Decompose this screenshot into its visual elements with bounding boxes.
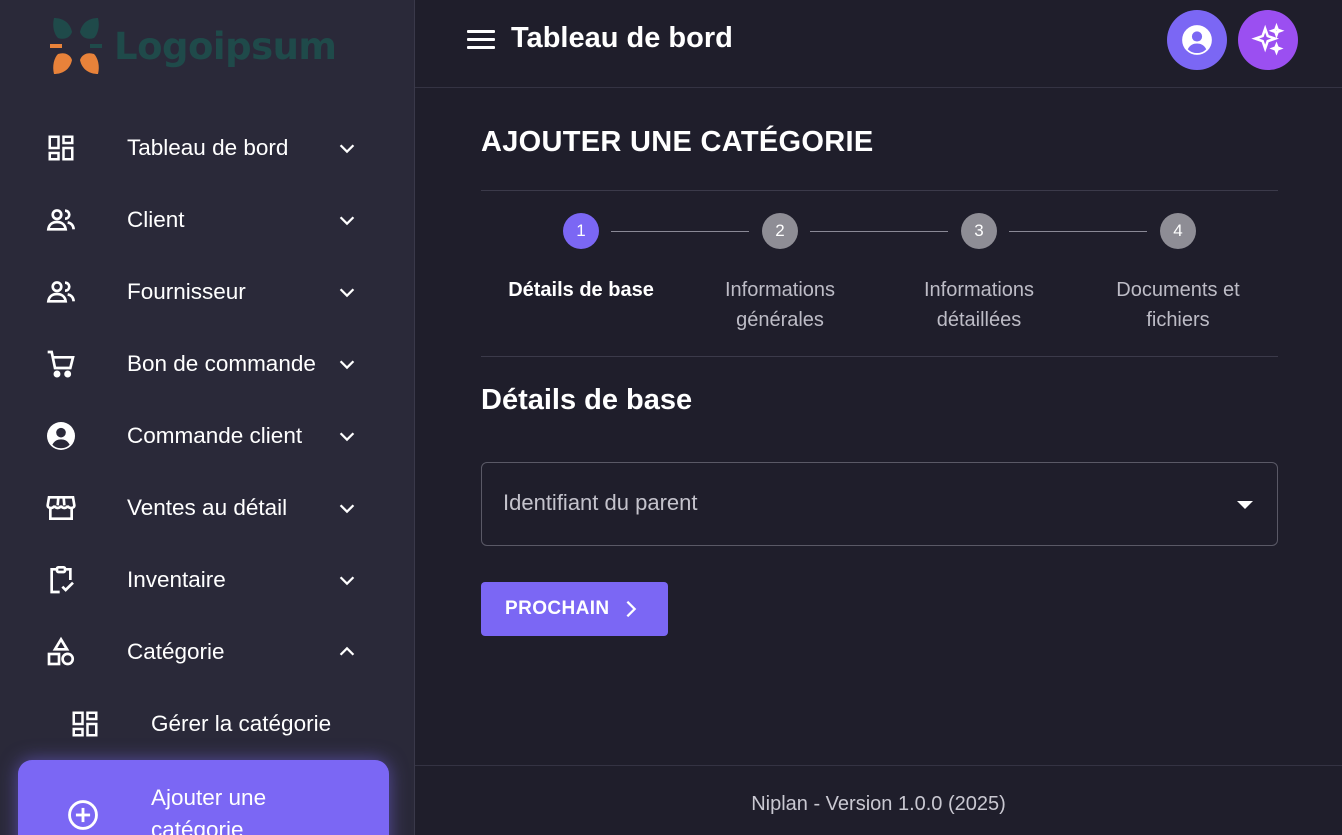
- account-circle-icon: [1182, 25, 1212, 55]
- sidebar-item-label: Fournisseur: [127, 279, 246, 304]
- sidebar-item-categorie[interactable]: Catégorie: [0, 616, 414, 688]
- section-title: Détails de base: [481, 384, 693, 416]
- step-1-indicator[interactable]: 1: [563, 213, 599, 249]
- sidebar-item-tableau-de-bord[interactable]: Tableau de bord: [0, 112, 414, 184]
- sparkles-icon: [1251, 23, 1285, 56]
- sidebar-item-label: Client: [127, 207, 185, 232]
- ai-assistant-button[interactable]: [1238, 10, 1298, 70]
- step-4-indicator[interactable]: 4: [1160, 213, 1196, 249]
- divider: [481, 356, 1278, 357]
- step-3-label: Informations détaillées: [923, 279, 1035, 331]
- sidebar-nav: Tableau de bord Client Fournisseur Bon d…: [0, 112, 414, 760]
- logo-text: Logoipsum: [114, 24, 337, 68]
- sidebar-item-label: Tableau de bord: [127, 135, 289, 160]
- chevron-down-icon: [339, 216, 355, 226]
- step-connector: [611, 231, 749, 232]
- step-1-label: Détails de base: [508, 279, 654, 301]
- logo-mark-icon: [50, 18, 102, 74]
- sidebar-item-ventes-au-detail[interactable]: Ventes au détail: [0, 472, 414, 544]
- step-2-indicator[interactable]: 2: [762, 213, 798, 249]
- step-4-label: Documents et fichiers: [1116, 279, 1240, 331]
- sidebar-subitem-label: Ajouter une catégorie: [151, 785, 267, 835]
- divider: [481, 190, 1278, 191]
- parent-id-select[interactable]: Identifiant du parent: [481, 462, 1278, 546]
- menu-icon[interactable]: [467, 28, 495, 52]
- version-text: Niplan - Version 1.0.0 (2025): [751, 793, 1006, 815]
- step-2-label: Informations générales: [724, 279, 836, 331]
- sidebar-item-label: Ventes au détail: [127, 495, 288, 520]
- sidebar-item-label: Bon de commande: [127, 351, 316, 376]
- chevron-down-icon: [339, 288, 355, 298]
- dropdown-arrow-icon: [1237, 501, 1253, 509]
- people-icon: [45, 276, 77, 308]
- page-title: AJOUTER UNE CATÉGORIE: [481, 126, 874, 158]
- chevron-up-icon: [339, 646, 355, 656]
- sidebar-item-label: Inventaire: [127, 567, 226, 592]
- dashboard-icon: [45, 132, 77, 164]
- sidebar-item-fournisseur[interactable]: Fournisseur: [0, 256, 414, 328]
- sidebar-item-commande-client[interactable]: Commande client: [0, 400, 414, 472]
- user-account-button[interactable]: [1167, 10, 1227, 70]
- next-button[interactable]: PROCHAIN: [481, 582, 668, 636]
- add-circle-icon: [68, 800, 98, 830]
- chevron-down-icon: [339, 360, 355, 370]
- cart-icon: [45, 348, 77, 380]
- next-button-label: PROCHAIN: [505, 598, 610, 619]
- chevron-down-icon: [339, 432, 355, 442]
- footer: Niplan - Version 1.0.0 (2025): [415, 765, 1342, 835]
- header-title: Tableau de bord: [511, 22, 733, 54]
- sidebar-item-client[interactable]: Client: [0, 184, 414, 256]
- sidebar-subitem-ajouter-categorie[interactable]: Ajouter une catégorie: [18, 760, 389, 835]
- step-connector: [810, 231, 948, 232]
- step-3-indicator[interactable]: 3: [961, 213, 997, 249]
- sidebar-item-label: Catégorie: [127, 639, 225, 664]
- brand-logo[interactable]: Logoipsum: [48, 14, 337, 78]
- chevron-down-icon: [339, 144, 355, 154]
- account-circle-icon: [45, 420, 77, 452]
- clipboard-check-icon: [45, 564, 77, 596]
- dashboard-icon: [69, 708, 101, 740]
- top-bar: Tableau de bord: [415, 0, 1342, 88]
- sidebar-subitem-label: Gérer la catégorie: [151, 711, 332, 736]
- people-icon: [45, 204, 77, 236]
- store-icon: [45, 492, 77, 524]
- chevron-down-icon: [339, 504, 355, 514]
- step-connector: [1009, 231, 1147, 232]
- parent-id-placeholder: Identifiant du parent: [503, 490, 698, 515]
- sidebar-subitem-gerer-categorie[interactable]: Gérer la catégorie: [0, 688, 414, 760]
- sidebar: Logoipsum Tableau de bord Client Fournis…: [0, 0, 415, 835]
- shapes-icon: [45, 636, 77, 668]
- chevron-down-icon: [339, 576, 355, 586]
- sidebar-item-label: Commande client: [127, 423, 303, 448]
- sidebar-item-inventaire[interactable]: Inventaire: [0, 544, 414, 616]
- sidebar-item-bon-de-commande[interactable]: Bon de commande: [0, 328, 414, 400]
- chevron-right-icon: [626, 600, 636, 618]
- stepper: 1 2 3 4 Détails de base Informations gén…: [481, 213, 1278, 343]
